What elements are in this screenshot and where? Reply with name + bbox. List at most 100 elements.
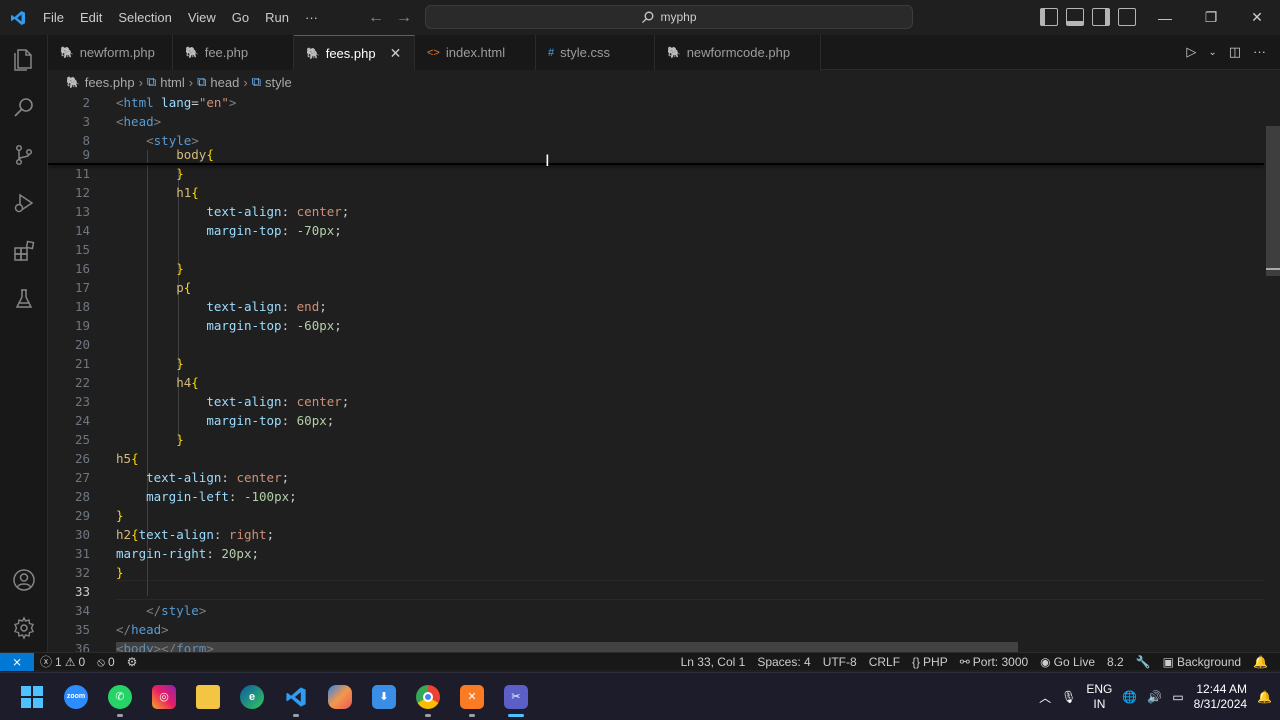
run-options-chevron-icon[interactable]: ⌄ [1208,44,1216,61]
restore-icon[interactable]: ❐ [1188,0,1234,35]
code-line[interactable]: 31 margin-right: 20px; [48,544,1280,563]
indentation[interactable]: Spaces: 4 [751,653,816,671]
remote-indicator-icon[interactable]: ⨯ [0,652,34,671]
split-editor-icon[interactable]: ◫ [1229,44,1241,61]
taskbar-whatsapp[interactable]: ✆ [98,673,142,720]
taskbar-copilot[interactable] [318,673,362,720]
code-line[interactable]: 25 } [48,430,1280,449]
code-line[interactable]: 20 [48,335,1280,354]
testing-flask-icon[interactable] [0,275,48,323]
customize-layout-icon[interactable] [1118,8,1136,26]
notification-bell-icon[interactable]: 🔔 [1257,690,1272,704]
breadcrumb-head[interactable]: ⧉ head [197,74,239,90]
menu-more[interactable]: ··· [297,0,326,35]
extensions-icon[interactable] [0,227,48,275]
menu-view[interactable]: View [180,0,224,35]
code-line[interactable]: 11 } [48,164,1280,183]
go-live-button[interactable]: ◉ Go Live [1034,653,1101,671]
taskbar-snipping-tool[interactable]: ✂ [494,673,538,720]
debug-launch-icon[interactable]: ⚙ [121,653,144,671]
taskbar-vscode[interactable] [274,673,318,720]
end-of-line[interactable]: CRLF [863,653,906,671]
taskbar-chrome[interactable] [406,673,450,720]
wrench-icon[interactable]: 🔧 [1130,653,1157,671]
code-line[interactable]: 35 </head> [48,620,1280,639]
network-globe-icon[interactable]: 🌐 [1122,690,1137,704]
tab-newform-php[interactable]: 🐘 newform.php [48,35,173,70]
toggle-secondary-sidebar-icon[interactable] [1092,8,1110,26]
code-line[interactable]: 28 margin-left: -100px; [48,487,1280,506]
search-activity-icon[interactable] [0,83,48,131]
code-line[interactable]: 15 [48,240,1280,259]
forward-arrow-icon[interactable]: → [396,9,412,27]
code-line[interactable]: 23 text-align: center; [48,392,1280,411]
minimize-icon[interactable]: — [1142,0,1188,35]
settings-gear-icon[interactable] [0,604,48,652]
toggle-panel-icon[interactable] [1066,8,1084,26]
code-line[interactable]: 32} [48,563,1280,582]
clock[interactable]: 12:44 AM 8/31/2024 [1194,682,1247,712]
background-indicator[interactable]: ▣ Background [1157,653,1247,671]
code-line[interactable]: 19 margin-top: -60px; [48,316,1280,335]
php-version[interactable]: 8.2 [1101,653,1130,671]
code-line[interactable]: 24 margin-top: 60px; [48,411,1280,430]
input-language[interactable]: ENG IN [1086,682,1112,712]
start-button[interactable] [10,673,54,720]
code-line[interactable]: 9 body{ [48,145,1280,164]
code-line[interactable]: 12 h1{ [48,183,1280,202]
cursor-position[interactable]: Ln 33, Col 1 [675,653,752,671]
close-window-icon[interactable]: ✕ [1234,0,1280,35]
command-center-search[interactable]: myphp [425,5,913,29]
code-line[interactable]: 17 p{ [48,278,1280,297]
taskbar-zoom[interactable]: zoom [54,673,98,720]
ports-indicator[interactable]: ⦸ 0 [91,653,121,671]
taskbar-edge[interactable]: e [230,673,274,720]
menu-edit[interactable]: Edit [72,0,110,35]
code-line[interactable]: 21 } [48,354,1280,373]
code-line[interactable]: 26 h5{ [48,449,1280,468]
battery-icon[interactable]: ▭ [1172,690,1183,704]
menu-selection[interactable]: Selection [110,0,179,35]
breadcrumb-style[interactable]: ⧉ style [252,74,292,90]
show-hidden-icons-chevron-icon[interactable]: ︿ [1039,689,1051,706]
toggle-primary-sidebar-icon[interactable] [1040,8,1058,26]
tab-index-html[interactable]: <> index.html [415,35,536,70]
language-mode[interactable]: {} PHP [906,653,954,671]
taskbar-app-installer[interactable]: ⬇ [362,673,406,720]
notifications-bell-icon[interactable]: 🔔 [1247,653,1274,671]
code-line[interactable]: 22 h4{ [48,373,1280,392]
breadcrumb-file[interactable]: 🐘 fees.php [66,75,135,90]
code-line[interactable]: 13 text-align: center; [48,202,1280,221]
code-line[interactable]: 27 text-align: center; [48,468,1280,487]
volume-icon[interactable]: 🔊 [1147,690,1162,704]
accounts-icon[interactable] [0,556,48,604]
tab-fees-php[interactable]: 🐘 fees.php ✕ [294,35,415,70]
taskbar-xampp[interactable]: ✕ [450,673,494,720]
taskbar-instagram[interactable]: ◎ [142,673,186,720]
explorer-icon[interactable] [0,35,48,83]
source-control-icon[interactable] [0,131,48,179]
code-line[interactable]: 3 <head> [48,112,1280,131]
problems-indicator[interactable]: ⓧ 1 ⚠ 0 [34,653,91,671]
more-actions-icon[interactable]: ··· [1253,44,1266,61]
code-line[interactable]: 30 h2{text-align: right; [48,525,1280,544]
tab-style-css[interactable]: # style.css [536,35,655,70]
vertical-scrollbar[interactable] [1266,126,1280,276]
menu-file[interactable]: File [35,0,72,35]
code-line[interactable]: 14 margin-top: -70px; [48,221,1280,240]
horizontal-scrollbar[interactable] [116,642,1018,652]
microphone-icon[interactable]: 🎙 [1061,690,1076,704]
code-line[interactable]: 33 [48,582,1280,601]
code-line[interactable]: 2 <html lang="en"> [48,93,1280,112]
code-line[interactable]: 18 text-align: end; [48,297,1280,316]
code-line[interactable]: 34 </style> [48,601,1280,620]
run-debug-icon[interactable] [0,179,48,227]
back-arrow-icon[interactable]: ← [368,9,384,27]
code-line[interactable]: 29} [48,506,1280,525]
run-file-icon[interactable]: ▷ [1186,44,1196,61]
taskbar-file-explorer[interactable] [186,673,230,720]
menu-run[interactable]: Run [257,0,297,35]
close-tab-icon[interactable]: ✕ [390,45,402,62]
tab-fee-php[interactable]: 🐘 fee.php [173,35,294,70]
menu-go[interactable]: Go [224,0,257,35]
